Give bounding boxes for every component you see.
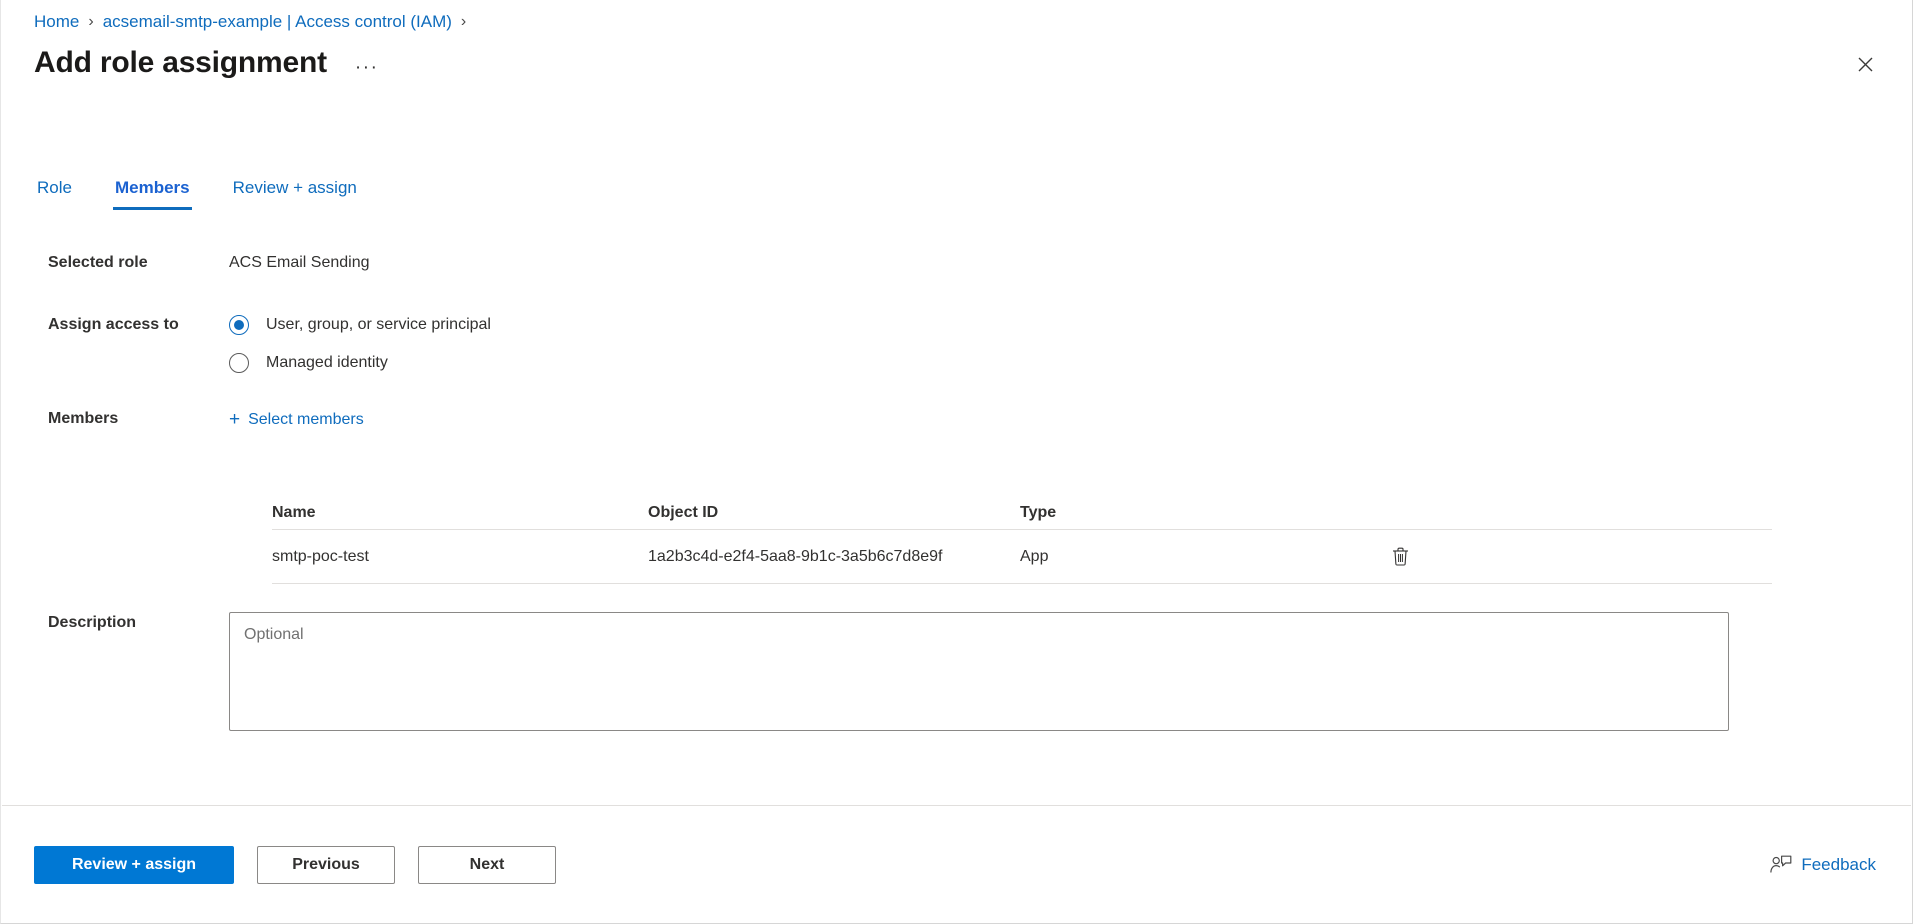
plus-icon: +	[229, 409, 241, 430]
wizard-tabs: Role Members Review + assign	[35, 175, 398, 210]
members-table: Name Object ID Type smtp-poc-test 1a2b3c…	[272, 496, 1772, 584]
cell-name: smtp-poc-test	[272, 547, 369, 565]
selected-role-value: ACS Email Sending	[229, 254, 370, 271]
description-input[interactable]	[229, 612, 1729, 731]
column-header-object-id: Object ID	[648, 503, 719, 521]
column-header-type: Type	[1020, 503, 1057, 521]
tab-role[interactable]: Role	[35, 175, 74, 210]
radio-user-group-label: User, group, or service principal	[266, 316, 491, 333]
selected-role-row: Selected role ACS Email Sending	[1, 252, 1912, 274]
radio-user-group-service-principal[interactable]: User, group, or service principal	[229, 314, 491, 336]
table-row: smtp-poc-test 1a2b3c4d-e2f4-5aa8-9b1c-3a…	[272, 530, 1772, 584]
breadcrumb: Home › acsemail-smtp-example | Access co…	[34, 11, 475, 33]
title-row: Add role assignment ···	[34, 44, 384, 82]
footer-buttons: Review + assign Previous Next	[1, 845, 556, 884]
close-button[interactable]	[1848, 47, 1882, 81]
feedback-label: Feedback	[1801, 854, 1876, 874]
feedback-icon	[1770, 855, 1792, 873]
tab-review-assign[interactable]: Review + assign	[231, 175, 359, 210]
assign-access-label: Assign access to	[48, 316, 179, 333]
breadcrumb-separator-icon: ›	[88, 13, 94, 30]
column-header-name: Name	[272, 503, 316, 521]
radio-managed-identity-label: Managed identity	[266, 354, 388, 371]
description-row: Description	[1, 612, 1912, 731]
add-role-assignment-panel: Home › acsemail-smtp-example | Access co…	[0, 0, 1913, 924]
close-icon	[1858, 57, 1872, 71]
tab-members-label: Members	[114, 178, 190, 197]
members-table-header: Name Object ID Type	[272, 496, 1772, 530]
radio-dot	[234, 320, 244, 330]
feedback-button[interactable]: Feedback	[1770, 854, 1876, 876]
trash-icon	[1392, 547, 1408, 566]
description-label: Description	[48, 614, 137, 631]
review-assign-button[interactable]: Review + assign	[34, 845, 234, 884]
page-title: Add role assignment	[34, 46, 327, 79]
select-members-button[interactable]: + Select members	[229, 409, 364, 431]
cell-actions	[1320, 542, 1772, 572]
more-options-icon[interactable]: ···	[349, 58, 384, 77]
assign-access-row: Assign access to User, group, or service…	[1, 314, 1912, 374]
radio-checked-icon	[229, 315, 249, 335]
selected-role-label: Selected role	[48, 254, 148, 271]
cell-object-id: 1a2b3c4d-e2f4-5aa8-9b1c-3a5b6c7d8e9f	[648, 547, 943, 565]
radio-unchecked-icon	[229, 353, 249, 373]
previous-button[interactable]: Previous	[257, 845, 395, 884]
next-button[interactable]: Next	[418, 845, 556, 884]
members-row: Members + Select members	[1, 408, 1912, 431]
delete-member-button[interactable]	[1385, 542, 1415, 572]
tab-review-assign-label: Review + assign	[232, 178, 357, 197]
cell-type: App	[1020, 547, 1049, 565]
breadcrumb-item-home[interactable]: Home	[34, 11, 79, 33]
role-assignment-form: Selected role ACS Email Sending Assign a…	[1, 252, 1912, 431]
breadcrumb-item-access-control[interactable]: acsemail-smtp-example | Access control (…	[103, 11, 452, 33]
tab-role-label: Role	[37, 178, 72, 197]
footer-bar: Review + assign Previous Next Feedback	[1, 806, 1912, 923]
select-members-label: Select members	[248, 411, 364, 428]
assign-access-radio-group: User, group, or service principal Manage…	[229, 314, 491, 374]
radio-managed-identity[interactable]: Managed identity	[229, 352, 491, 374]
members-label: Members	[48, 410, 119, 427]
breadcrumb-separator-icon-2: ›	[460, 13, 467, 30]
tab-members[interactable]: Members	[112, 175, 192, 210]
